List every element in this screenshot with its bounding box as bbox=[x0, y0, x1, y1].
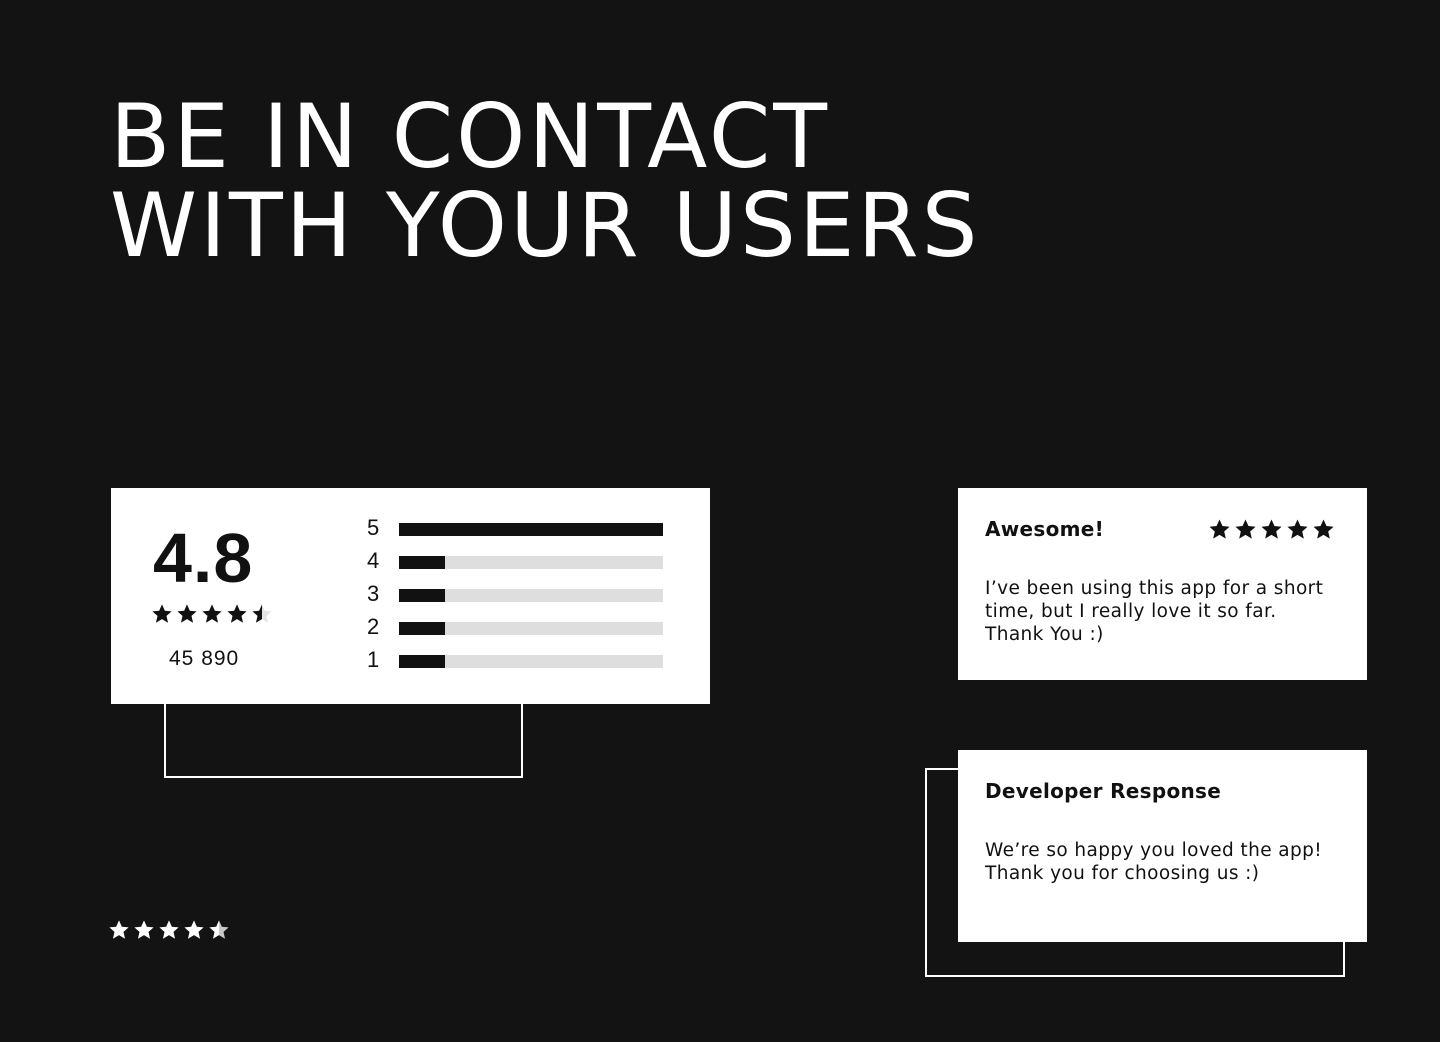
review-card: Awesome! I’ve been using this app for a … bbox=[958, 488, 1367, 680]
star-filled-icon bbox=[1260, 518, 1283, 541]
distribution-bar-track bbox=[399, 523, 663, 536]
rating-summary-card: 4.8 45 890 5 4 3 2 1 bbox=[111, 488, 710, 704]
headline-line-1: BE IN CONTACT bbox=[110, 85, 831, 188]
star-half-icon bbox=[208, 919, 230, 941]
developer-response-card: Developer Response We’re so happy you lo… bbox=[958, 750, 1367, 942]
distribution-bar-track bbox=[399, 655, 663, 668]
distribution-bar-fill bbox=[399, 556, 446, 569]
distribution-bar-track bbox=[399, 589, 663, 602]
star-filled-icon bbox=[1312, 518, 1335, 541]
distribution-bar-fill bbox=[399, 589, 446, 602]
distribution-bar-track bbox=[399, 622, 663, 635]
star-filled-icon bbox=[226, 603, 248, 625]
distribution-bar-fill bbox=[399, 622, 446, 635]
average-rating-stars bbox=[151, 603, 273, 625]
distribution-bar-fill bbox=[399, 655, 446, 668]
average-rating-score: 4.8 bbox=[153, 519, 254, 597]
star-filled-icon bbox=[176, 603, 198, 625]
developer-response-title: Developer Response bbox=[985, 779, 1222, 803]
headline-line-2: WITH YOUR USERS bbox=[110, 174, 981, 277]
star-filled-icon bbox=[183, 919, 205, 941]
rating-count: 45 890 bbox=[169, 647, 240, 670]
star-filled-icon bbox=[1208, 518, 1231, 541]
star-half-icon bbox=[251, 603, 273, 625]
star-filled-icon bbox=[201, 603, 223, 625]
star-filled-icon bbox=[108, 919, 130, 941]
star-filled-icon bbox=[1286, 518, 1309, 541]
review-title: Awesome! bbox=[985, 517, 1105, 541]
star-filled-icon bbox=[1234, 518, 1257, 541]
distribution-label: 2 bbox=[367, 614, 380, 639]
distribution-bar-track bbox=[399, 556, 663, 569]
developer-response-body: We’re so happy you loved the app! Thank … bbox=[985, 840, 1323, 884]
star-filled-icon bbox=[151, 603, 173, 625]
review-body: I’ve been using this app for a short tim… bbox=[985, 578, 1324, 645]
star-filled-icon bbox=[133, 919, 155, 941]
headline: BE IN CONTACT WITH YOUR USERS bbox=[110, 92, 980, 270]
star-filled-icon bbox=[158, 919, 180, 941]
distribution-label: 1 bbox=[367, 647, 380, 672]
distribution-label: 5 bbox=[367, 515, 380, 540]
distribution-label: 4 bbox=[367, 548, 380, 573]
review-stars bbox=[1208, 518, 1335, 541]
distribution-bar-fill bbox=[399, 523, 663, 536]
decorative-stars bbox=[108, 919, 230, 941]
distribution-label: 3 bbox=[367, 581, 380, 606]
